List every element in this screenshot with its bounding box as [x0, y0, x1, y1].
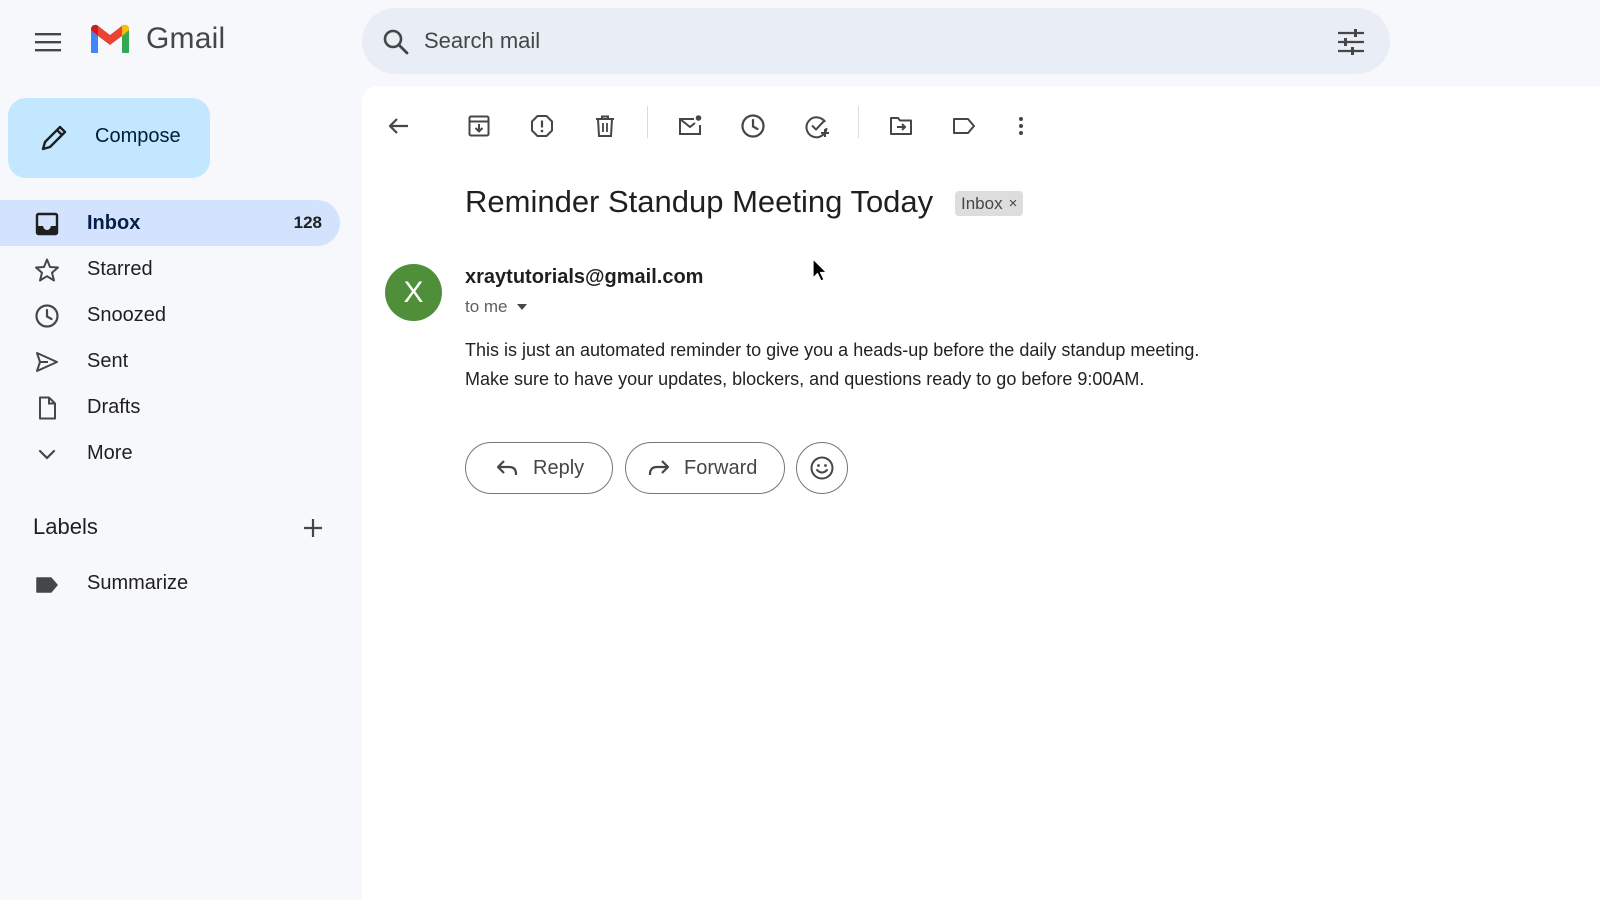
report-spam-button[interactable] — [522, 106, 562, 146]
back-arrow-icon — [388, 118, 408, 134]
sidebar-nav: Inbox 128 Starred Snoozed Sent Drafts Mo… — [0, 200, 340, 476]
label-as-icon — [953, 118, 975, 134]
labels-heading: Labels — [33, 514, 98, 539]
delete-icon — [596, 115, 614, 137]
sidebar-item-label: Summarize — [87, 572, 189, 594]
mouse-pointer-icon — [812, 258, 828, 282]
forward-label: Forward — [684, 456, 758, 479]
email-body: This is just an automated reminder to gi… — [465, 336, 1199, 394]
main-menu-button[interactable] — [24, 22, 72, 62]
add-task-icon — [805, 116, 829, 139]
star-icon — [35, 258, 59, 282]
email-subject: Reminder Standup Meeting Today — [465, 184, 934, 219]
remove-label-icon[interactable]: × — [1009, 195, 1018, 212]
gmail-app: Gmail Compose Inbox — [0, 0, 1600, 900]
reply-icon — [496, 460, 518, 475]
snooze-button[interactable] — [733, 106, 773, 146]
sidebar-item-label: Sent — [87, 349, 129, 372]
draft-icon — [39, 396, 56, 420]
recipient-label: to me — [465, 297, 508, 316]
search-icon[interactable] — [382, 28, 410, 56]
inbox-chip: Inbox × — [955, 191, 1024, 216]
sidebar-item-label: Drafts — [87, 395, 141, 418]
more-vert-icon — [1019, 117, 1023, 135]
message-view: Reminder Standup Meeting Today Inbox × X… — [362, 86, 1600, 900]
compose-label: Compose — [95, 125, 181, 147]
toolbar-divider — [647, 106, 648, 138]
hamburger-menu-icon — [35, 33, 61, 52]
sidebar-item-label: Inbox — [87, 211, 141, 234]
inbox-unread-count: 128 — [293, 213, 322, 232]
recipient-details[interactable]: to me — [465, 297, 528, 317]
sidebar-item-inbox[interactable]: Inbox 128 — [0, 200, 340, 246]
clock-icon — [35, 304, 59, 328]
label-icon — [36, 577, 58, 593]
chevron-down-icon — [38, 449, 56, 460]
inbox-chip-label: Inbox — [961, 193, 1003, 213]
move-to-button[interactable] — [881, 106, 921, 146]
add-label-icon[interactable] — [298, 513, 328, 543]
email-body-line: Make sure to have your updates, blockers… — [465, 369, 1145, 389]
sidebar-item-starred[interactable]: Starred — [0, 246, 340, 292]
app-name: Gmail — [146, 22, 226, 55]
forward-icon — [648, 460, 670, 475]
sidebar-item-drafts[interactable]: Drafts — [0, 384, 340, 430]
snooze-icon — [741, 114, 765, 138]
sidebar-item-label-summarize[interactable]: Summarize — [0, 561, 340, 607]
delete-button[interactable] — [585, 106, 625, 146]
toolbar-divider — [858, 106, 859, 138]
emoji-icon — [810, 456, 834, 480]
sidebar-item-label: Starred — [87, 257, 153, 280]
pencil-icon — [41, 125, 67, 151]
sidebar-item-label: More — [87, 441, 133, 464]
reply-label: Reply — [533, 456, 585, 479]
gmail-m-icon — [91, 24, 129, 53]
report-spam-icon — [531, 115, 553, 137]
search-bar — [362, 8, 1390, 74]
more-options-button[interactable] — [1001, 106, 1041, 146]
caret-down-icon — [516, 304, 527, 310]
add-to-tasks-button[interactable] — [797, 106, 837, 146]
gmail-logo[interactable]: Gmail — [88, 22, 225, 56]
archive-icon — [468, 115, 490, 137]
send-icon — [36, 352, 58, 372]
add-reaction-button[interactable] — [796, 442, 848, 494]
sidebar-item-more[interactable]: More — [0, 430, 340, 476]
forward-button[interactable]: Forward — [625, 442, 785, 494]
sender-email[interactable]: xraytutorials@gmail.com — [465, 266, 703, 289]
reply-button[interactable]: Reply — [465, 442, 613, 494]
sender-avatar[interactable]: X — [385, 264, 442, 321]
inbox-icon — [35, 212, 59, 236]
move-to-icon — [890, 117, 912, 135]
mark-unread-button[interactable] — [670, 106, 710, 146]
compose-button[interactable]: Compose — [8, 98, 210, 178]
mark-unread-icon — [679, 115, 702, 135]
archive-button[interactable] — [459, 106, 499, 146]
email-body-line: This is just an automated reminder to gi… — [465, 340, 1200, 360]
search-options-icon[interactable] — [1336, 28, 1366, 56]
sidebar-item-sent[interactable]: Sent — [0, 338, 340, 384]
label-as-button[interactable] — [944, 106, 984, 146]
sidebar-item-snoozed[interactable]: Snoozed — [0, 292, 340, 338]
back-button[interactable] — [379, 106, 419, 146]
sidebar-item-label: Snoozed — [87, 303, 166, 326]
search-input[interactable] — [424, 18, 1284, 64]
